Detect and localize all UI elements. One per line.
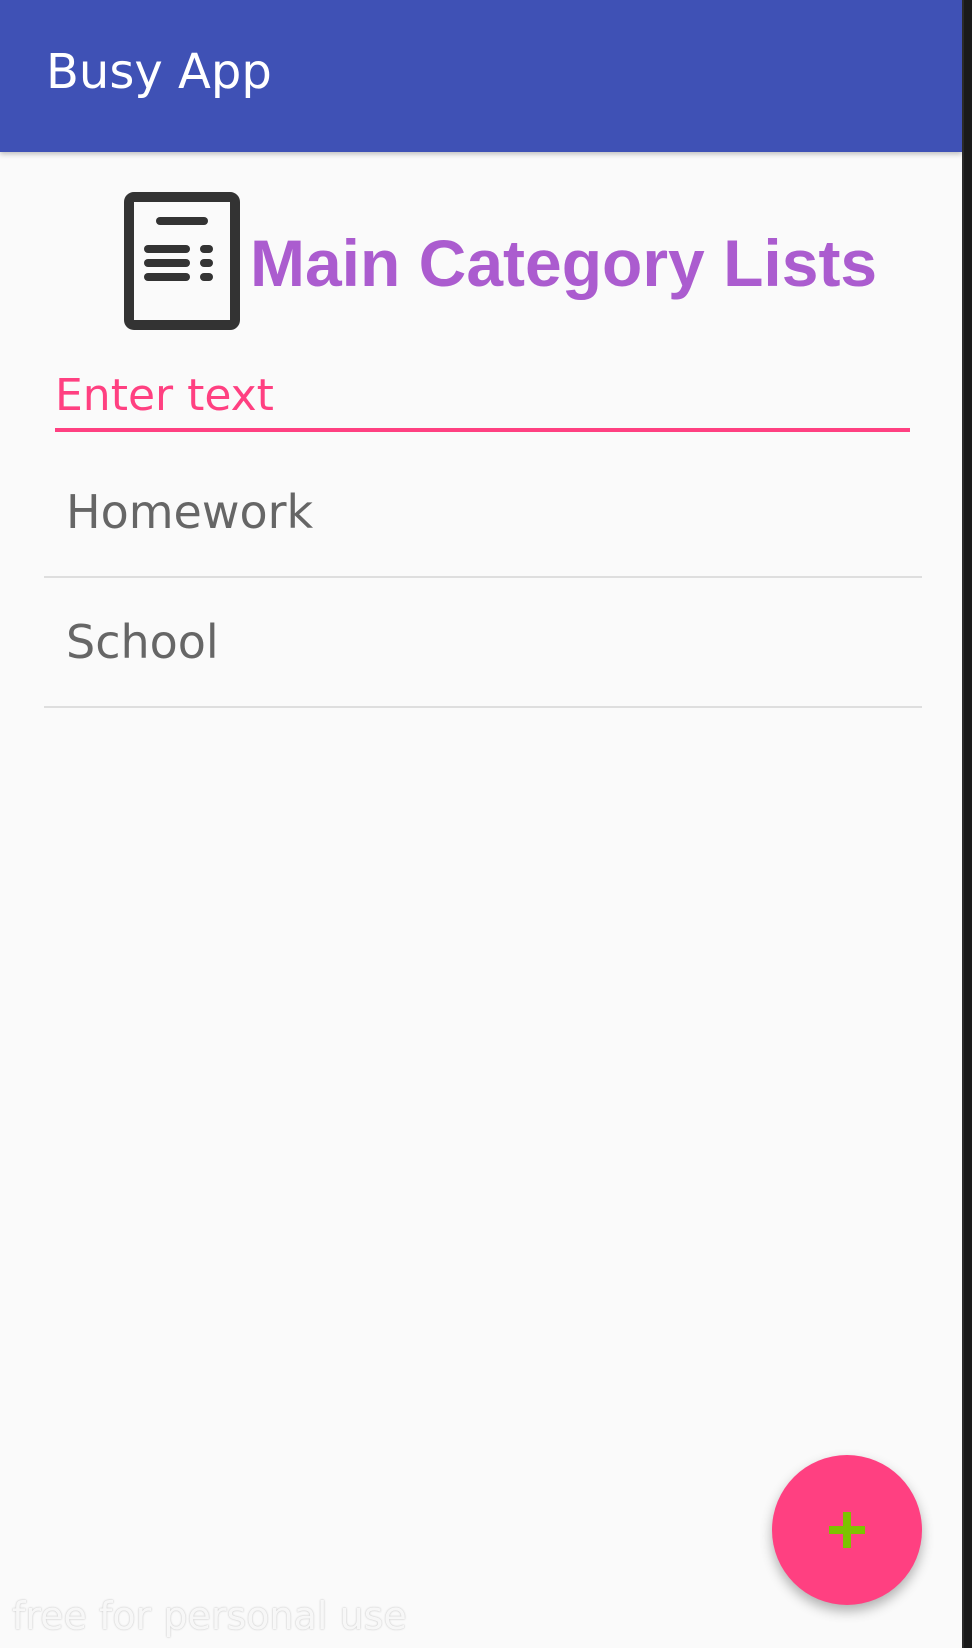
category-list: Homework School: [44, 448, 922, 708]
page-title: Main Category Lists: [250, 226, 878, 300]
app-bar: Busy App: [0, 0, 962, 152]
category-item-school[interactable]: School: [44, 578, 922, 708]
category-text-input[interactable]: [55, 362, 910, 432]
category-item-homework[interactable]: Homework: [44, 448, 922, 578]
app-screen: Busy App Main Category Lists Homework Sc…: [0, 0, 964, 1648]
category-input-container: [55, 362, 910, 432]
add-category-button[interactable]: [772, 1455, 922, 1605]
page-header: Main Category Lists: [124, 192, 877, 330]
watermark: free for personal use: [12, 1594, 407, 1638]
plus-icon: [829, 1512, 865, 1548]
list-document-icon: [124, 192, 240, 330]
app-title: Busy App: [46, 44, 272, 100]
